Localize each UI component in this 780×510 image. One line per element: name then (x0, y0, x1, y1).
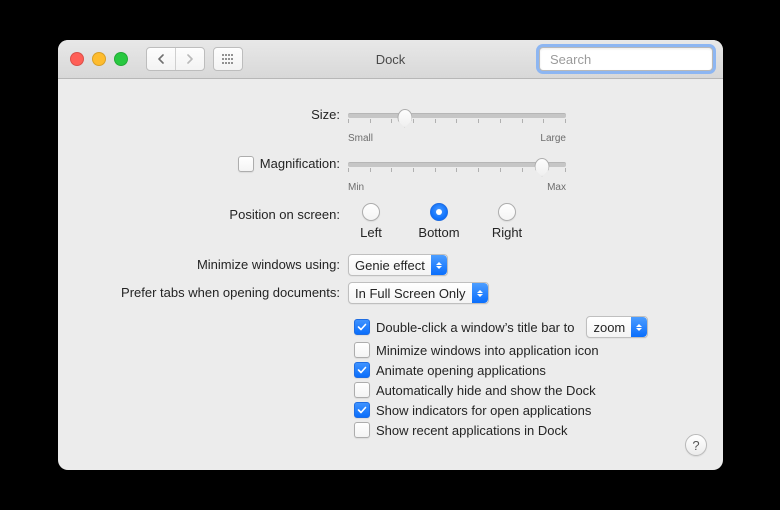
magnification-max-label: Max (547, 182, 566, 193)
back-button[interactable] (147, 48, 175, 70)
traffic-lights (70, 52, 128, 66)
double-click-checkbox[interactable] (354, 319, 370, 335)
prefer-tabs-value: In Full Screen Only (355, 286, 472, 301)
animate-opening-label: Animate opening applications (376, 363, 546, 378)
position-label: Position on screen: (82, 203, 348, 225)
animate-opening-checkbox[interactable] (354, 362, 370, 378)
search-field[interactable] (539, 47, 713, 71)
minimize-into-icon-checkbox[interactable] (354, 342, 370, 358)
minimize-using-value: Genie effect (355, 258, 431, 273)
position-radio-right[interactable] (498, 203, 516, 221)
toolbar: Dock (58, 40, 723, 79)
prefer-tabs-label: Prefer tabs when opening documents: (82, 283, 348, 303)
magnification-slider[interactable] (348, 162, 566, 167)
position-radio-left[interactable] (362, 203, 380, 221)
minimize-into-icon-label: Minimize windows into application icon (376, 343, 599, 358)
nav-buttons (146, 47, 205, 71)
position-option-right: Right (492, 225, 522, 240)
forward-button[interactable] (175, 48, 204, 70)
size-min-label: Small (348, 133, 373, 144)
position-option-bottom: Bottom (418, 225, 459, 240)
size-slider[interactable] (348, 113, 566, 118)
position-radio-group: Left Bottom Right (348, 203, 530, 240)
help-button[interactable]: ? (685, 434, 707, 456)
minimize-button[interactable] (92, 52, 106, 66)
magnification-checkbox[interactable] (238, 156, 254, 172)
size-max-label: Large (540, 133, 566, 144)
minimize-using-popup[interactable]: Genie effect (348, 254, 448, 276)
chevron-updown-icon (631, 317, 647, 337)
magnification-min-label: Min (348, 182, 364, 193)
magnification-label: Magnification: (260, 154, 340, 174)
chevron-updown-icon (431, 255, 447, 275)
position-radio-bottom[interactable] (430, 203, 448, 221)
autohide-label: Automatically hide and show the Dock (376, 383, 596, 398)
position-option-left: Left (360, 225, 382, 240)
magnification-slider-knob[interactable] (535, 158, 550, 177)
indicators-checkbox[interactable] (354, 402, 370, 418)
indicators-label: Show indicators for open applications (376, 403, 591, 418)
recent-apps-checkbox[interactable] (354, 422, 370, 438)
content: Size: Small Large (58, 79, 723, 454)
double-click-action-popup[interactable]: zoom (586, 316, 648, 338)
preferences-window: Dock Size: Sm (58, 40, 723, 470)
search-input[interactable] (550, 52, 723, 67)
size-label: Size: (82, 105, 348, 125)
show-all-button[interactable] (214, 48, 242, 70)
chevron-updown-icon (472, 283, 488, 303)
size-slider-knob[interactable] (397, 109, 412, 128)
autohide-checkbox[interactable] (354, 382, 370, 398)
close-button[interactable] (70, 52, 84, 66)
double-click-action-value: zoom (593, 320, 631, 335)
recent-apps-label: Show recent applications in Dock (376, 423, 568, 438)
zoom-button[interactable] (114, 52, 128, 66)
minimize-using-label: Minimize windows using: (82, 255, 348, 275)
double-click-label: Double-click a window’s title bar to (376, 320, 574, 335)
prefer-tabs-popup[interactable]: In Full Screen Only (348, 282, 489, 304)
